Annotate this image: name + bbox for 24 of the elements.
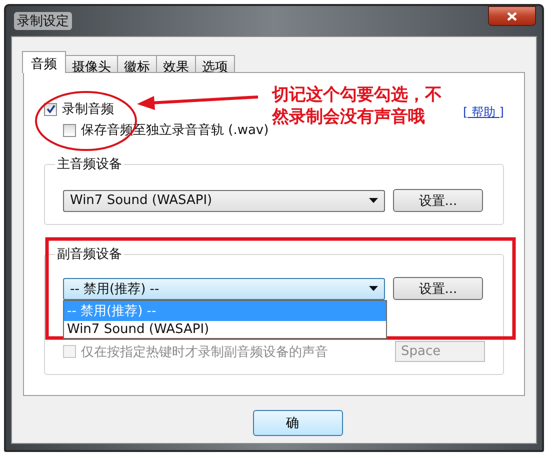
dropdown[interactable]: -- 禁用(推荐) -- bbox=[63, 278, 385, 300]
settings-button[interactable]: 设置... bbox=[393, 189, 483, 212]
tab[interactable]: 徽标 bbox=[117, 55, 157, 73]
help-link[interactable]: [ 帮助 ] bbox=[463, 104, 504, 121]
dropdown-option[interactable]: Win7 Sound (WASAPI) bbox=[64, 320, 386, 338]
checkbox[interactable] bbox=[44, 102, 57, 116]
window-title: 录制设定 bbox=[14, 12, 72, 30]
tab[interactable]: 摄像头 bbox=[65, 55, 118, 73]
dropdown[interactable]: Win7 Sound (WASAPI) bbox=[63, 190, 385, 212]
tab[interactable]: 效果 bbox=[156, 55, 196, 73]
annotation-text: 切记这个勾要勾选，不然录制会没有声音哦 bbox=[272, 84, 443, 128]
dropdown-arrow-icon bbox=[369, 286, 378, 291]
group-title: 主音频设备 bbox=[56, 156, 123, 173]
dropdown-arrow-icon bbox=[369, 198, 378, 203]
settings-button[interactable]: 设置... bbox=[393, 277, 483, 300]
tab[interactable]: 音频 bbox=[22, 51, 66, 73]
ok-button[interactable]: 确 bbox=[253, 410, 343, 436]
checkbox-label: 仅在按指定热键时才录制副音频设备的声音 bbox=[81, 344, 328, 360]
checkbox[interactable] bbox=[63, 124, 76, 136]
checkbox-label: 保存音频至独立录音音轨 (.wav) bbox=[81, 122, 269, 139]
group-title: 副音频设备 bbox=[56, 246, 123, 263]
close-button[interactable] bbox=[488, 6, 536, 26]
checkbox-label: 录制音频 bbox=[62, 101, 114, 118]
close-icon bbox=[507, 12, 517, 20]
